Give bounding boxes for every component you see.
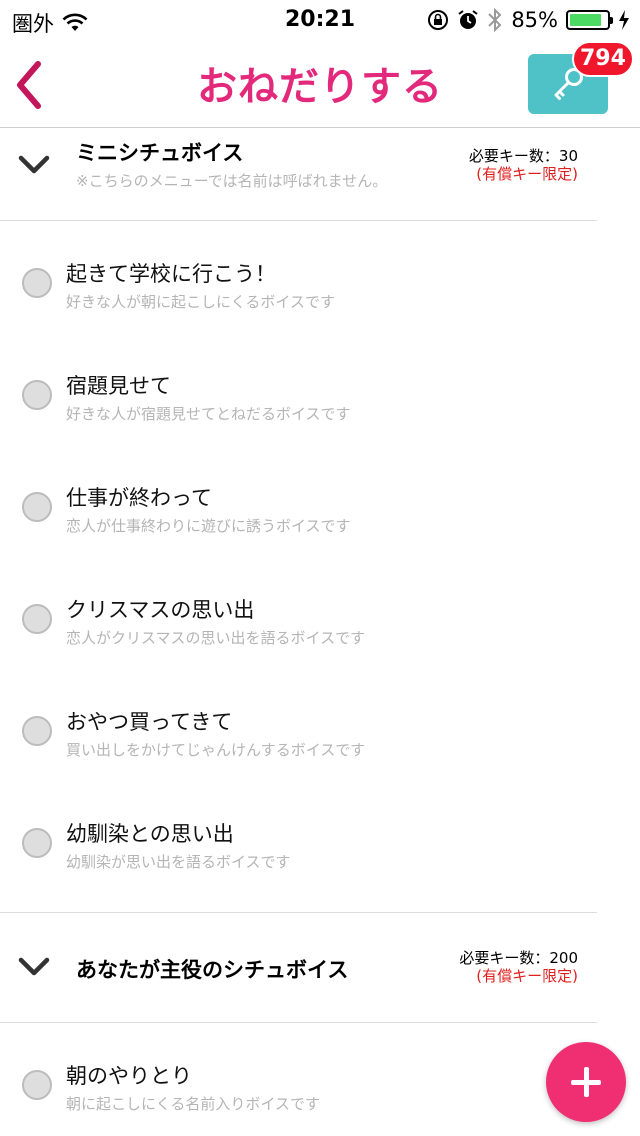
radio-button[interactable] [22,604,52,634]
radio-button[interactable] [22,492,52,522]
list-item[interactable]: 宿題見せて 好きな人が宿題見せてとねだるボイスです [0,340,600,452]
item-title: 幼馴染との思い出 [66,822,234,846]
section-title: ミニシチュボイス [76,141,244,165]
item-description: 好きな人が宿題見せてとねだるボイスです [66,405,351,423]
battery-percent: 85% [511,8,558,32]
cost-label: 必要キー数：30 [468,147,578,165]
section-header-mini[interactable]: ミニシチュボイス ※こちらのメニューでは名前は呼ばれません。 必要キー数：30 … [0,129,640,221]
section-header-main-role[interactable]: あなたが主役のシチュボイス 必要キー数：200 (有償キー限定) [0,913,640,1023]
radio-button[interactable] [22,268,52,298]
item-description: 幼馴染が思い出を語るボイスです [66,853,291,871]
cost-label: 必要キー数：200 [459,949,578,967]
orientation-lock-icon [428,10,449,30]
battery-icon [566,10,613,30]
item-title: おやつ買ってきて [66,710,233,734]
item-title: 宿題見せて [66,374,171,398]
radio-button[interactable] [22,380,52,410]
item-title: クリスマスの思い出 [66,598,255,622]
key-count-badge: 794 [572,41,634,77]
item-title: 起きて学校に行こう！ [66,262,276,286]
radio-button[interactable] [22,1070,52,1100]
radio-button[interactable] [22,828,52,858]
item-description: 買い出しをかけてじゃんけんするボイスです [66,741,366,759]
item-title: 仕事が終わって [66,486,212,510]
bluetooth-icon [488,7,502,33]
battery-fill [570,14,601,26]
divider [0,220,597,221]
item-description: 恋人が仕事終わりに遊びに誘うボイスです [66,517,351,535]
chevron-down-icon [18,957,50,976]
item-description: 好きな人が朝に起こしにくるボイスです [66,293,335,311]
list-item[interactable]: クリスマスの思い出 恋人がクリスマスの思い出を語るボイスです [0,564,600,676]
section-note: ※こちらのメニューでは名前は呼ばれません。 [76,172,388,190]
item-description: 朝に起こしにくる名前入りボイスです [66,1095,320,1113]
add-button[interactable] [546,1042,626,1122]
list-item[interactable]: 仕事が終わって 恋人が仕事終わりに遊びに誘うボイスです [0,452,600,564]
divider [0,1022,597,1023]
item-description: 恋人がクリスマスの思い出を語るボイスです [66,629,366,647]
radio-button[interactable] [22,716,52,746]
paid-key-label: (有償キー限定) [476,967,578,985]
section-title: あなたが主役のシチュボイス [76,958,349,982]
status-bar: 圏外 20:21 85% [0,0,640,40]
alarm-icon [458,10,478,29]
chevron-down-icon [18,155,50,174]
list-item[interactable]: 起きて学校に行こう！ 好きな人が朝に起こしにくるボイスです [0,228,600,340]
list-item[interactable]: おやつ買ってきて 買い出しをかけてじゃんけんするボイスです [0,676,600,788]
status-right: 85% [427,7,630,33]
paid-key-label: (有償キー限定) [476,165,578,183]
plus-icon [584,1067,589,1097]
list-item[interactable]: 朝のやりとり 朝に起こしにくる名前入りボイスです [0,1030,600,1136]
list-item[interactable]: 幼馴染との思い出 幼馴染が思い出を語るボイスです [0,788,600,900]
required-keys: 必要キー数：200 (有償キー限定) [459,949,578,985]
nav-bar: おねだりする 794 [0,40,640,128]
required-keys: 必要キー数：30 (有償キー限定) [469,147,578,183]
charging-icon [619,10,629,30]
item-title: 朝のやりとり [66,1064,192,1088]
